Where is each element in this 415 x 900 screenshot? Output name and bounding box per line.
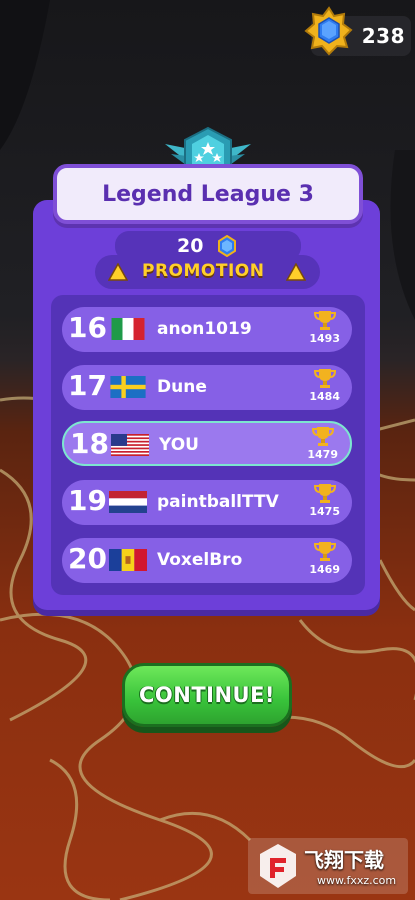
league-title: Legend League 3	[102, 181, 314, 207]
trophy-icon	[313, 540, 337, 562]
player-name: YOU	[159, 435, 199, 455]
gem-count: 238	[361, 24, 405, 48]
leaderboard-row-you: 18 YOU 1479	[62, 421, 352, 466]
leaderboard-row: 20 VoxelBro 1469	[62, 538, 352, 583]
trophy-icon	[313, 309, 337, 331]
trophy-score: 1469	[309, 563, 340, 576]
league-title-banner: Legend League 3	[53, 164, 363, 224]
player-name: paintballTTV	[157, 492, 279, 512]
trophy-score: 1479	[307, 448, 338, 461]
player-name: Dune	[157, 377, 207, 397]
leaderboard-row: 19 paintballTTV 1475	[62, 480, 352, 525]
promotion-gem-icon	[216, 234, 238, 258]
rank-number: 19	[68, 484, 107, 517]
leaderboard-row: 17 Dune 1484	[62, 365, 352, 410]
rank-number: 20	[68, 542, 107, 575]
trophy-icon	[311, 425, 335, 447]
usa-flag-icon	[111, 434, 149, 456]
rank-number: 16	[68, 311, 107, 344]
trophy-icon	[313, 367, 337, 389]
trophy-score: 1484	[309, 390, 340, 403]
player-name: anon1019	[157, 319, 252, 339]
gem-icon	[303, 6, 355, 58]
trophy-icon	[313, 482, 337, 504]
trophy-score: 1493	[309, 332, 340, 345]
player-name: VoxelBro	[157, 550, 243, 570]
watermark-title: 飞翔下载	[304, 848, 384, 872]
promotion-label: PROMOTION	[142, 261, 265, 281]
promotion-count: 20	[177, 235, 204, 257]
rank-number: 18	[70, 427, 109, 460]
netherlands-flag-icon	[109, 491, 147, 513]
sweden-flag-icon	[109, 376, 147, 398]
leaderboard-row: 16 anon1019 1493	[62, 307, 352, 352]
italy-flag-icon	[109, 318, 147, 340]
continue-button[interactable]: CONTINUE!	[122, 663, 292, 727]
andorra-flag-icon	[109, 549, 147, 571]
rank-number: 17	[68, 369, 107, 402]
trophy-score: 1475	[309, 505, 340, 518]
watermark-url: www.fxxz.com	[317, 874, 397, 887]
watermark-logo-icon	[256, 842, 300, 890]
up-arrow-icon	[285, 262, 307, 281]
up-arrow-icon	[107, 262, 129, 281]
continue-label: CONTINUE!	[138, 683, 276, 707]
